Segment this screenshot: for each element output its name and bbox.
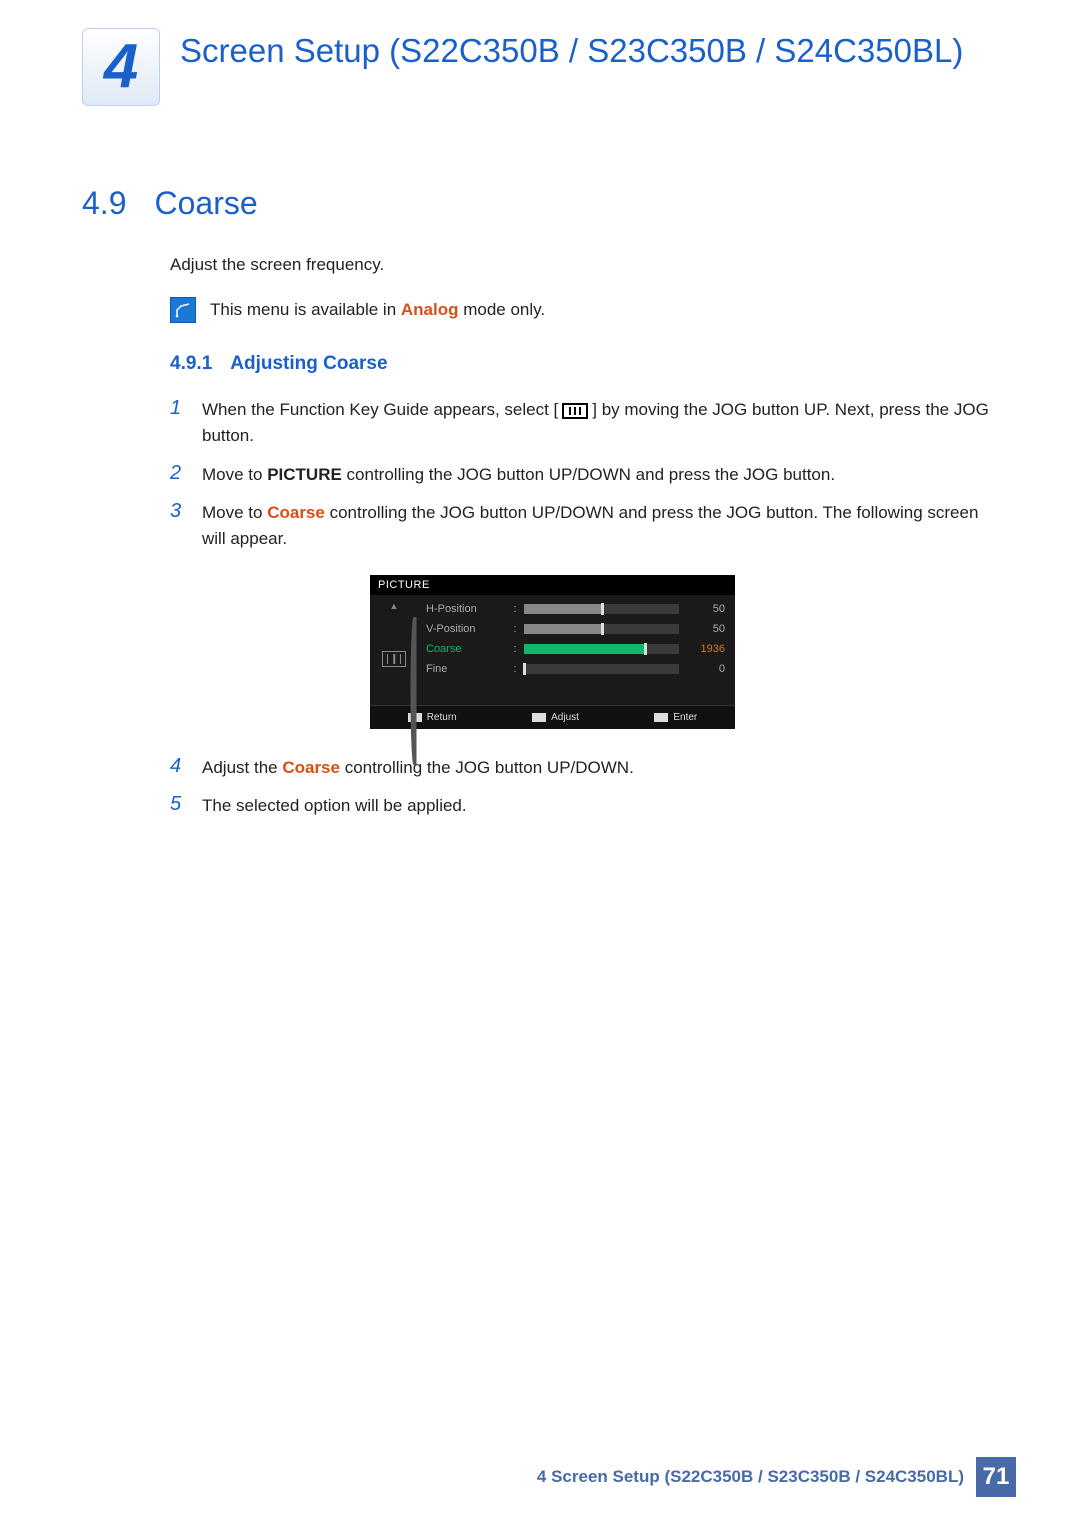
enter-icon: [654, 713, 668, 722]
step-text: Move to PICTURE controlling the JOG butt…: [202, 462, 835, 488]
subsection-number: 4.9.1: [170, 353, 212, 375]
osd-slider-fill: [524, 604, 602, 614]
chapter-number: 4: [104, 36, 138, 98]
osd-colon: :: [512, 643, 518, 655]
step-3: 3 Move to Coarse controlling the JOG but…: [170, 500, 990, 553]
osd-row-label: V-Position: [426, 623, 506, 635]
osd-slider: [524, 624, 679, 634]
osd-colon: :: [512, 623, 518, 635]
osd-slider-fill: [524, 624, 602, 634]
osd-enter: Enter: [654, 712, 697, 723]
return-icon: [408, 713, 422, 722]
osd-return-label: Return: [427, 712, 457, 723]
adjust-icon: [532, 713, 546, 722]
menu-icon: [562, 403, 588, 419]
step-text: When the Function Key Guide appears, sel…: [202, 397, 990, 450]
step-text: The selected option will be applied.: [202, 793, 467, 819]
osd-rows: H-Position: 50 V-Position: 50 Coarse: 1936 Fin…: [418, 595, 735, 705]
subsection-title: Adjusting Coarse: [230, 353, 387, 375]
step-text-part: When the Function Key Guide appears, sel…: [202, 400, 558, 419]
osd-adjust-label: Adjust: [551, 712, 579, 723]
section-intro: Adjust the screen frequency.: [170, 255, 990, 275]
up-arrow-icon: ▲: [390, 601, 399, 611]
section-number: 4.9: [82, 185, 126, 222]
step-text-part: Move to: [202, 503, 267, 522]
osd-return: Return: [408, 712, 457, 723]
step-text-part: Adjust the: [202, 758, 282, 777]
osd-footer: Return Adjust Enter: [370, 705, 735, 729]
step-number: 1: [170, 397, 186, 420]
page-number: 71: [976, 1457, 1016, 1497]
note-prefix: This menu is available in: [210, 300, 401, 319]
step-number: 4: [170, 755, 186, 778]
page-footer: 4 Screen Setup (S22C350B / S23C350B / S2…: [0, 1457, 1080, 1497]
osd-slider-handle: [601, 603, 604, 615]
osd-slider-handle: [644, 643, 647, 655]
steps-list: 1 When the Function Key Guide appears, s…: [170, 397, 990, 819]
step-number: 2: [170, 462, 186, 485]
osd-row: Fine: 0: [426, 663, 725, 675]
step-5: 5 The selected option will be applied.: [170, 793, 990, 819]
osd-row-value: 50: [685, 623, 725, 635]
osd-row-value: 0: [685, 663, 725, 675]
osd-row-label: Coarse: [426, 643, 506, 655]
osd-slider-handle: [601, 623, 604, 635]
step-text-part: controlling the JOG button UP/DOWN and p…: [342, 465, 835, 484]
step-highlight: Coarse: [267, 503, 325, 522]
osd-enter-label: Enter: [673, 712, 697, 723]
osd-adjust: Adjust: [532, 712, 579, 723]
note-highlight: Analog: [401, 300, 459, 319]
osd-slider: [524, 604, 679, 614]
chapter-title: Screen Setup (S22C350B / S23C350B / S24C…: [180, 30, 1000, 71]
osd-panel: PICTURE ▲ H-Position: 50 V-Position: 50 Coar…: [370, 575, 735, 729]
step-number: 5: [170, 793, 186, 816]
osd-screenshot: PICTURE ▲ H-Position: 50 V-Position: 50 Coar…: [370, 575, 990, 729]
osd-row: Coarse: 1936: [426, 643, 725, 655]
menu-icon: [382, 651, 406, 667]
osd-row: H-Position: 50: [426, 603, 725, 615]
osd-slider-fill: [524, 644, 645, 654]
osd-row-label: Fine: [426, 663, 506, 675]
note-row: This menu is available in Analog mode on…: [170, 297, 990, 323]
note-suffix: mode only.: [458, 300, 545, 319]
osd-row: V-Position: 50: [426, 623, 725, 635]
osd-body: ▲ H-Position: 50 V-Position: 50 Coarse: 1936 F…: [370, 595, 735, 705]
step-bold: PICTURE: [267, 465, 342, 484]
step-text: Adjust the Coarse controlling the JOG bu…: [202, 755, 634, 781]
manual-page: 4 Screen Setup (S22C350B / S23C350B / S2…: [0, 0, 1080, 1527]
step-4: 4 Adjust the Coarse controlling the JOG …: [170, 755, 990, 781]
body-content: Adjust the screen frequency. This menu i…: [170, 255, 990, 819]
step-text-part: controlling the JOG button UP/DOWN.: [340, 758, 634, 777]
note-icon: [170, 297, 196, 323]
footer-chapter-text: 4 Screen Setup (S22C350B / S23C350B / S2…: [537, 1467, 964, 1487]
osd-row-value: 50: [685, 603, 725, 615]
step-text-part: Move to: [202, 465, 267, 484]
step-2: 2 Move to PICTURE controlling the JOG bu…: [170, 462, 990, 488]
step-highlight: Coarse: [282, 758, 340, 777]
step-number: 3: [170, 500, 186, 523]
osd-slider-handle: [523, 663, 526, 675]
chapter-number-box: 4: [82, 28, 160, 106]
osd-title: PICTURE: [370, 575, 735, 595]
osd-row-label: H-Position: [426, 603, 506, 615]
osd-slider: [524, 644, 679, 654]
osd-colon: :: [512, 603, 518, 615]
subsection-heading: 4.9.1 Adjusting Coarse: [170, 353, 990, 375]
step-1: 1 When the Function Key Guide appears, s…: [170, 397, 990, 450]
osd-slider: [524, 664, 679, 674]
step-text: Move to Coarse controlling the JOG butto…: [202, 500, 990, 553]
note-text: This menu is available in Analog mode on…: [210, 297, 545, 320]
osd-left-column: ▲: [370, 595, 418, 705]
section-heading: 4.9 Coarse: [82, 185, 1000, 222]
osd-row-value: 1936: [685, 643, 725, 655]
section-title: Coarse: [154, 185, 257, 222]
osd-colon: :: [512, 663, 518, 675]
